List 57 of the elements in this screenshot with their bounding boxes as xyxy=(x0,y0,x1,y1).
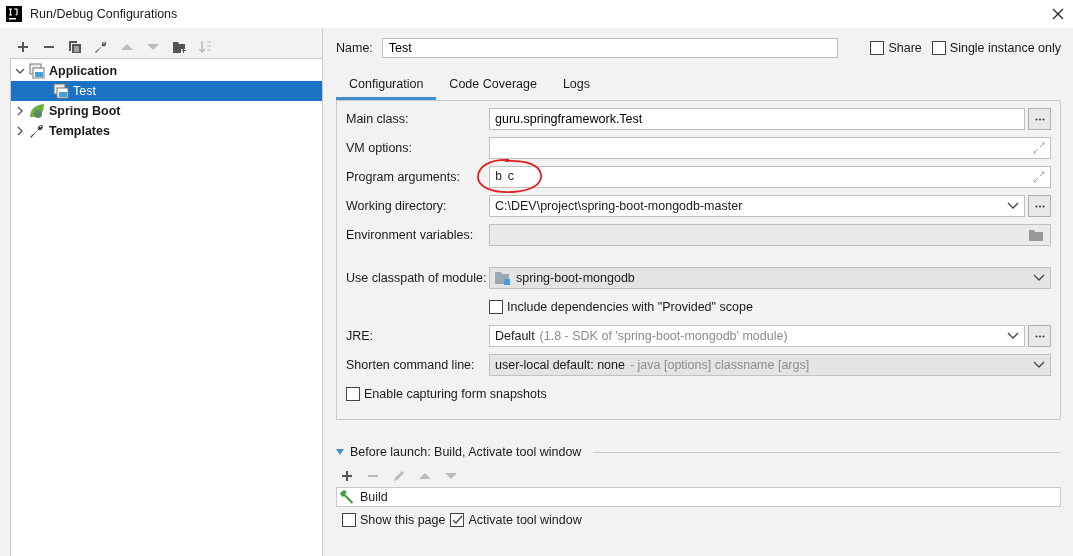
text-field[interactable] xyxy=(489,137,1051,159)
task-item[interactable]: Build xyxy=(337,488,1060,506)
field-label: Main class: xyxy=(346,112,410,126)
dropdown[interactable]: spring-boot-mongodb xyxy=(489,267,1051,289)
checkbox[interactable]: Share xyxy=(870,41,922,55)
field-label: Use classpath of module: xyxy=(346,271,488,285)
checkbox-label: Share xyxy=(888,41,922,55)
checkbox[interactable]: Show this page xyxy=(342,513,446,527)
tree-item[interactable]: Templates xyxy=(11,121,322,141)
caret-icon xyxy=(1007,202,1019,210)
text-field[interactable]: guru.springframework.Test xyxy=(489,108,1025,130)
copy-icon[interactable] xyxy=(68,40,82,54)
folder-icon[interactable] xyxy=(172,40,186,54)
checkbox-label: Show this page xyxy=(360,513,446,527)
tab[interactable]: Code Coverage xyxy=(436,70,550,100)
name-field[interactable]: Test xyxy=(381,38,838,58)
tree-item[interactable]: Test xyxy=(11,81,322,101)
ellipsis-icon xyxy=(1034,117,1045,121)
checkbox[interactable] xyxy=(870,41,885,55)
section-title: Before launch: Build, Activate tool window xyxy=(350,445,582,459)
checkbox[interactable] xyxy=(346,387,360,401)
name-label: Name: xyxy=(336,41,373,55)
dropdown[interactable]: C:\DEV\project\spring-boot-mongodb-master xyxy=(489,195,1025,217)
dropdown[interactable]: user-local default: none - java [options] classname [args] xyxy=(489,354,1051,376)
hammer-icon xyxy=(339,490,355,504)
field-label: Environment variables: xyxy=(346,228,475,242)
checkbox[interactable] xyxy=(489,300,503,314)
field-label: Shorten command line: xyxy=(346,358,476,372)
field-label: Program arguments: xyxy=(346,170,461,184)
leaf-icon xyxy=(29,103,45,119)
ellipsis-icon xyxy=(1034,204,1045,208)
text-field[interactable]: b c xyxy=(489,166,1051,188)
field-label: VM options: xyxy=(346,141,413,155)
close-icon[interactable] xyxy=(1052,8,1064,20)
checked-checkbox[interactable] xyxy=(450,513,465,527)
caret-icon xyxy=(1033,274,1045,282)
checkbox[interactable] xyxy=(342,513,356,527)
checkbox[interactable] xyxy=(931,41,946,55)
tab[interactable]: Configuration xyxy=(336,70,437,100)
add-icon[interactable] xyxy=(340,469,354,483)
tree-item[interactable]: Spring Boot xyxy=(11,101,322,121)
chevron-down-icon[interactable] xyxy=(15,66,25,76)
add-icon[interactable] xyxy=(16,40,30,54)
ellipsis-icon xyxy=(1034,334,1045,338)
window-title: Run/Debug Configurations xyxy=(30,7,178,21)
module-folder-icon xyxy=(495,271,511,285)
field-label: JRE: xyxy=(346,329,375,343)
window-icon xyxy=(29,63,45,79)
field-label: Working directory: xyxy=(346,199,448,213)
caret-icon xyxy=(1033,361,1045,369)
window-icon xyxy=(53,83,69,99)
triangle-down-icon[interactable] xyxy=(336,448,344,456)
tree-item[interactable]: Application xyxy=(11,61,322,81)
app-icon xyxy=(6,6,22,22)
caret-icon xyxy=(1007,332,1019,340)
tab[interactable]: Logs xyxy=(549,70,604,100)
dropdown[interactable]: Default (1.8 - SDK of 'spring-boot-mongodb' module) xyxy=(489,325,1025,347)
